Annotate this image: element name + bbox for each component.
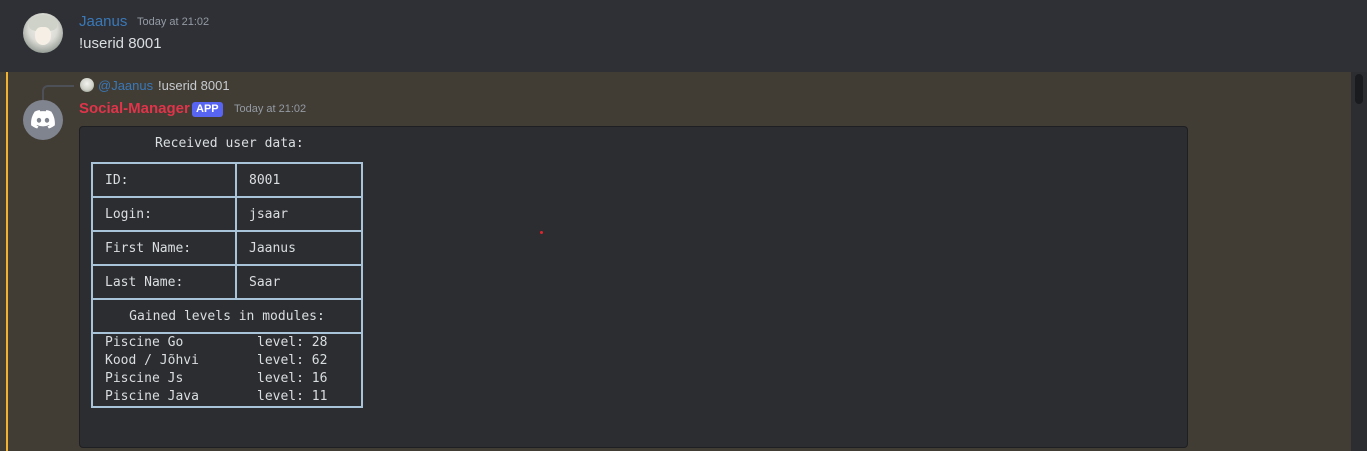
module-level: level: 11 [257, 389, 328, 404]
field-value: Saar [235, 264, 363, 300]
module-level: level: 16 [257, 371, 328, 386]
scrollbar-track[interactable] [1351, 72, 1367, 451]
module-row: Kood / Jõhvi level: 62 [105, 352, 349, 370]
mention-highlight-bar [6, 72, 8, 451]
scrollbar-thumb[interactable] [1355, 74, 1363, 104]
bot-avatar[interactable] [23, 100, 63, 140]
field-label: Last Name: [91, 264, 237, 300]
message-jaanus: Jaanus Today at 21:02 !userid 8001 [0, 0, 1367, 72]
table-row: Login: jsaar [91, 196, 363, 232]
field-value: 8001 [235, 162, 363, 198]
code-block: Received user data: ID: 8001 Login: jsaa… [79, 126, 1188, 448]
discord-logo-icon [31, 110, 55, 129]
message-username[interactable]: Jaanus [79, 13, 127, 30]
table-row: First Name: Jaanus [91, 230, 363, 266]
message-content: !userid 8001 [79, 35, 162, 52]
reply-mention[interactable]: @Jaanus [98, 78, 153, 93]
table-row: ID: 8001 [91, 162, 363, 198]
field-value: jsaar [235, 196, 363, 232]
code-title: Received user data: [155, 136, 304, 151]
module-name: Kood / Jõhvi [105, 353, 199, 368]
reply-spine [42, 85, 74, 100]
bot-message-timestamp: Today at 21:02 [234, 103, 307, 115]
field-label: ID: [91, 162, 237, 198]
module-name: Piscine Go [105, 335, 184, 350]
message-timestamp: Today at 21:02 [137, 16, 210, 28]
field-label: First Name: [91, 230, 237, 266]
modules-header: Gained levels in modules: [91, 298, 363, 334]
module-name: Piscine Js [105, 371, 184, 386]
module-row: Piscine Go level: 28 [105, 334, 349, 352]
module-row: Piscine Js level: 16 [105, 370, 349, 388]
table-row: Piscine Go level: 28 Kood / Jõhvi level:… [91, 332, 363, 408]
table-row: Last Name: Saar [91, 264, 363, 300]
reply-avatar[interactable] [80, 78, 94, 92]
cursor-dot [540, 231, 543, 234]
field-value: Jaanus [235, 230, 363, 266]
table-row: Gained levels in modules: [91, 298, 363, 334]
module-level: level: 62 [257, 353, 328, 368]
message-social-manager: @Jaanus !userid 8001 Social-Manager APP … [0, 72, 1367, 451]
app-badge: APP [192, 102, 223, 117]
module-row: Piscine Java level: 11 [105, 388, 349, 406]
modules-cell: Piscine Go level: 28 Kood / Jõhvi level:… [91, 332, 363, 408]
reply-preview-text[interactable]: !userid 8001 [158, 78, 230, 93]
user-data-table: ID: 8001 Login: jsaar First Name: Jaanus… [91, 162, 363, 408]
module-level: level: 28 [257, 335, 328, 350]
user-avatar[interactable] [23, 13, 63, 53]
module-name: Piscine Java [105, 389, 199, 404]
avatar-face [35, 27, 51, 45]
field-label: Login: [91, 196, 237, 232]
bot-username[interactable]: Social-Manager [79, 100, 190, 117]
